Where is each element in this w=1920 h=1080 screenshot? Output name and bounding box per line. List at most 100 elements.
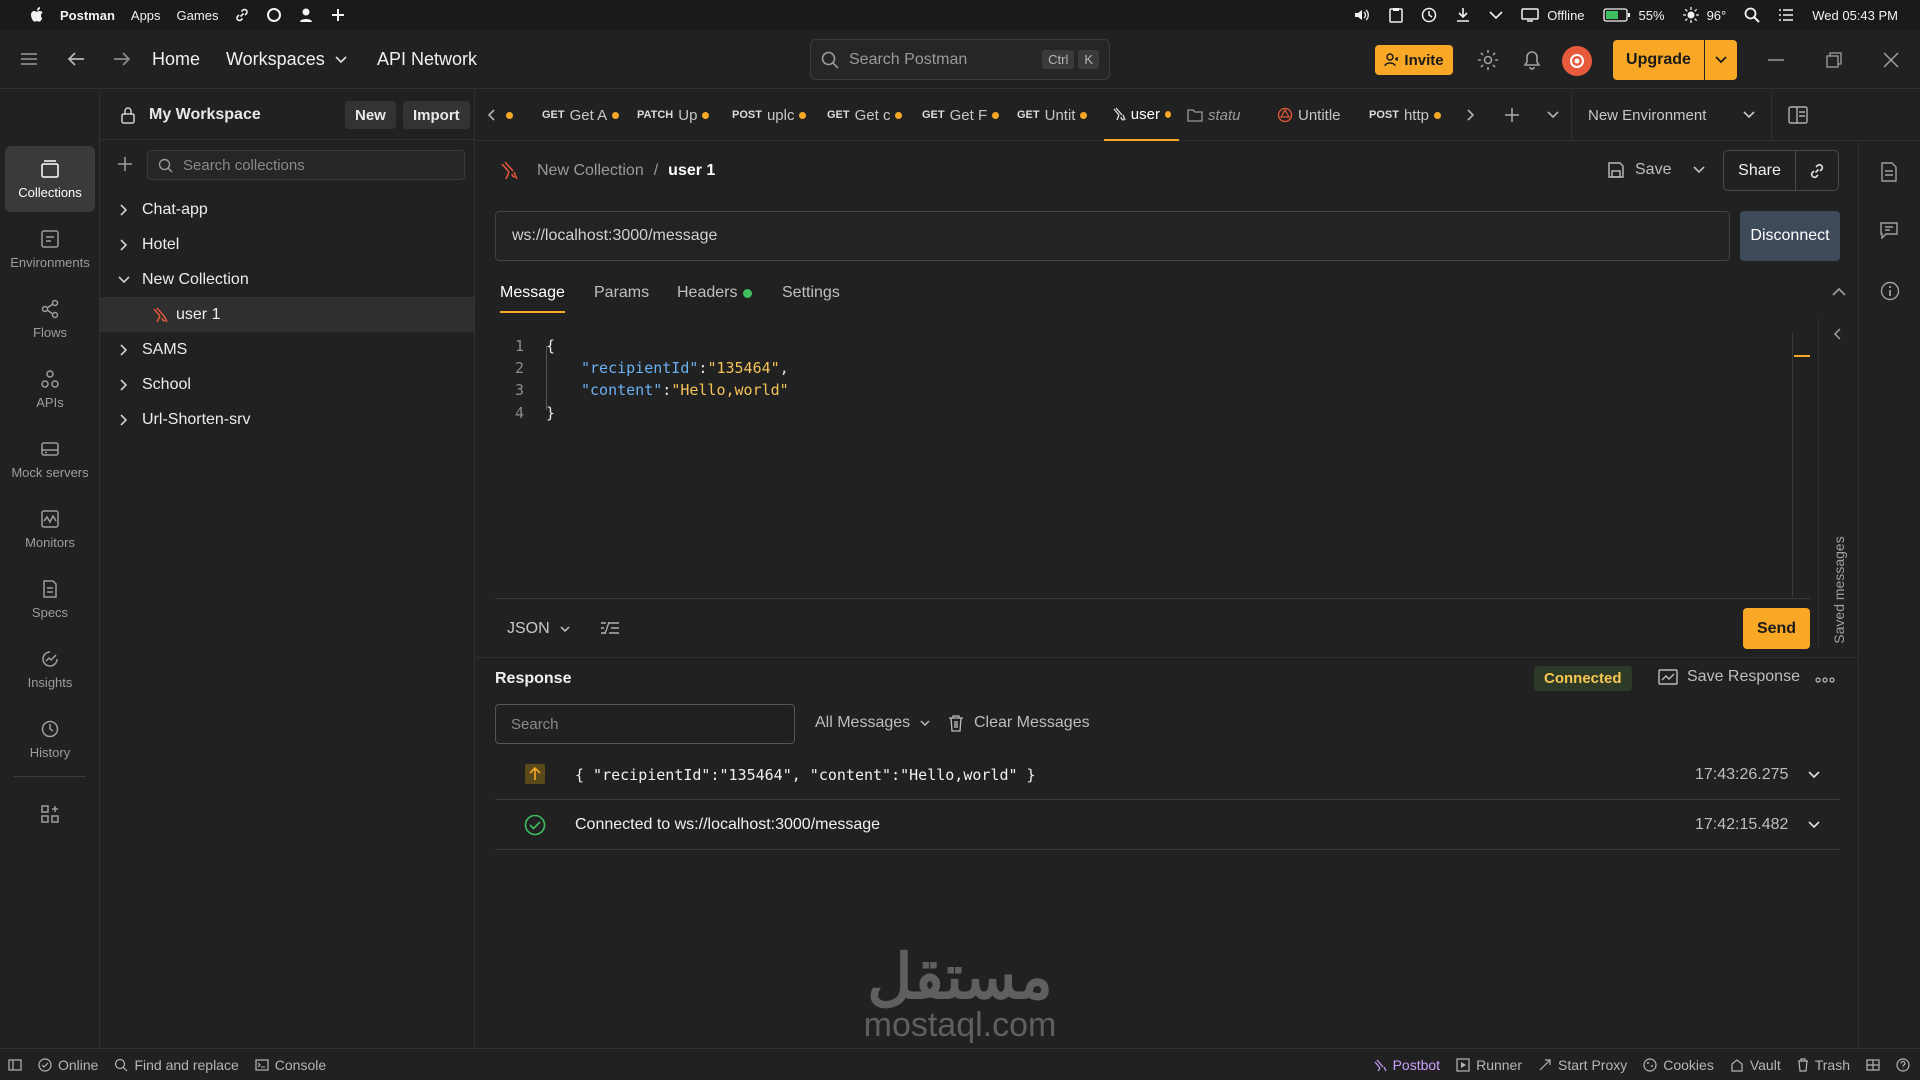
notifications-bell-icon[interactable] [1520,48,1544,72]
rail-insights[interactable]: Insights [5,636,95,702]
collection-school[interactable]: School [100,367,474,402]
rail-apis[interactable]: APIs [5,356,95,422]
tab-message[interactable]: Message [500,284,565,313]
import-button[interactable]: Import [403,101,470,129]
tab-request[interactable]: GET Get F [914,90,1009,141]
apple-icon[interactable] [30,7,44,23]
tab-request[interactable]: POST uplc [724,90,819,141]
tab-request[interactable]: GET Get A [534,90,629,141]
info-icon[interactable] [1880,281,1900,301]
save-button[interactable]: Save [1607,152,1706,188]
url-input[interactable]: ws://localhost:3000/message [495,211,1730,261]
vault-button[interactable]: Vault [1722,1057,1789,1073]
clipboard-icon[interactable] [1389,7,1403,23]
toggle-sidebar-icon[interactable] [0,1058,30,1071]
weather-status[interactable]: 96° [1682,7,1726,23]
rail-flows[interactable]: Flows [5,286,95,352]
message-row-connected[interactable]: Connected to ws://localhost:3000/message… [495,800,1840,850]
collapse-chevron-up-icon[interactable] [1832,287,1846,296]
rail-specs[interactable]: Specs [5,566,95,632]
collection-sams[interactable]: SAMS [100,332,474,367]
collection-new-collection[interactable]: New Collection [100,262,474,297]
avatar[interactable] [1562,46,1592,76]
save-response-button[interactable]: Save Response [1658,668,1800,686]
scroll-tabs-left-icon[interactable] [476,109,506,121]
help-icon[interactable] [1888,1057,1920,1072]
control-center-icon[interactable] [1778,8,1794,22]
upgrade-dropdown[interactable] [1705,40,1737,80]
rail-monitors[interactable]: Monitors [5,496,95,562]
clock-label[interactable]: Wed 05:43 PM [1812,8,1898,23]
tab-request[interactable]: PATCH Up [629,90,724,141]
tab-list-chevron-icon[interactable] [1535,111,1571,119]
disconnect-button[interactable]: Disconnect [1740,211,1840,261]
invite-button[interactable]: Invite [1375,45,1453,75]
find-replace-button[interactable]: Find and replace [106,1057,246,1073]
restore-window-icon[interactable] [1822,48,1846,72]
scroll-tabs-right-icon[interactable] [1453,109,1489,121]
trash-button[interactable]: Trash [1789,1057,1858,1073]
tab-headers[interactable]: Headers [677,284,753,302]
circle-icon[interactable] [266,7,282,23]
search-collections-input[interactable]: Search collections [147,150,465,180]
message-row-sent[interactable]: { "recipientId":"135464", "content":"Hel… [495,754,1840,800]
request-user-1[interactable]: user 1 [100,297,474,332]
tab-status[interactable]: statu [1179,90,1269,141]
cookies-button[interactable]: Cookies [1635,1057,1722,1073]
expand-chevron-left-icon[interactable] [1833,328,1841,340]
plus-icon[interactable] [330,7,346,23]
volume-icon[interactable] [1353,7,1371,23]
configure-sidebar-icon[interactable] [40,804,60,824]
expand-chevron-down-icon[interactable] [1808,821,1820,829]
user-icon[interactable] [298,7,314,23]
start-proxy-button[interactable]: Start Proxy [1530,1057,1635,1073]
tab-overflow[interactable] [506,90,534,141]
menu-games[interactable]: Games [177,8,219,23]
close-icon[interactable] [1879,48,1903,72]
send-button[interactable]: Send [1743,608,1810,649]
rail-collections[interactable]: Collections [5,146,95,212]
tab-user-active[interactable]: user [1104,90,1179,141]
search-postman-input[interactable]: Search Postman Ctrl K [810,39,1110,80]
message-filter-select[interactable]: All Messages [815,714,930,732]
menu-icon[interactable] [17,47,41,71]
layout-toggle-icon[interactable] [1858,1058,1888,1071]
runner-button[interactable]: Runner [1448,1057,1530,1073]
tab-request[interactable]: GET Untit [1009,90,1104,141]
saved-messages-label[interactable]: Saved messages [1831,527,1851,653]
network-status[interactable]: Offline [1521,8,1585,23]
breadcrumb-request[interactable]: user 1 [668,162,715,180]
tab-settings[interactable]: Settings [782,284,840,302]
workspace-name[interactable]: My Workspace [149,106,261,124]
share-button[interactable]: Share [1724,151,1796,190]
spotlight-search-icon[interactable] [1744,7,1760,23]
breadcrumb-collection[interactable]: New Collection [537,162,644,180]
tab-request[interactable]: GET Get c [819,90,914,141]
online-status[interactable]: Online [30,1057,106,1073]
clock-icon[interactable] [1421,7,1437,23]
tab-untitled[interactable]: Untitle [1269,90,1361,141]
beautify-icon[interactable] [599,620,621,638]
response-search-input[interactable]: Search [495,704,795,744]
nav-home[interactable]: Home [152,49,200,70]
nav-workspaces[interactable]: Workspaces [226,49,347,70]
add-collection-icon[interactable] [117,156,133,172]
active-app-name[interactable]: Postman [60,8,115,23]
documentation-icon[interactable] [1880,162,1898,182]
comments-icon[interactable] [1880,221,1898,239]
settings-gear-icon[interactable] [1476,48,1500,72]
format-select[interactable]: JSON [507,620,570,638]
tab-request[interactable]: POST http [1361,90,1453,141]
environment-selector[interactable]: New Environment [1571,89,1771,141]
message-editor[interactable]: 1{ 2 "recipientId": "135464", 3 "content": "… [495,330,1810,600]
postbot-button[interactable]: Postbot [1365,1057,1448,1073]
rail-environments[interactable]: Environments [5,216,95,282]
editor-scrollbar-track[interactable] [1792,332,1793,597]
collection-url-shorten-srv[interactable]: Url-Shorten-srv [100,402,474,437]
console-button[interactable]: Console [247,1057,334,1073]
link-icon[interactable] [234,7,250,23]
minimize-icon[interactable] [1764,48,1788,72]
menu-apps[interactable]: Apps [131,8,161,23]
copy-link-icon[interactable] [1796,162,1838,180]
environment-quick-look-icon[interactable] [1771,89,1823,141]
